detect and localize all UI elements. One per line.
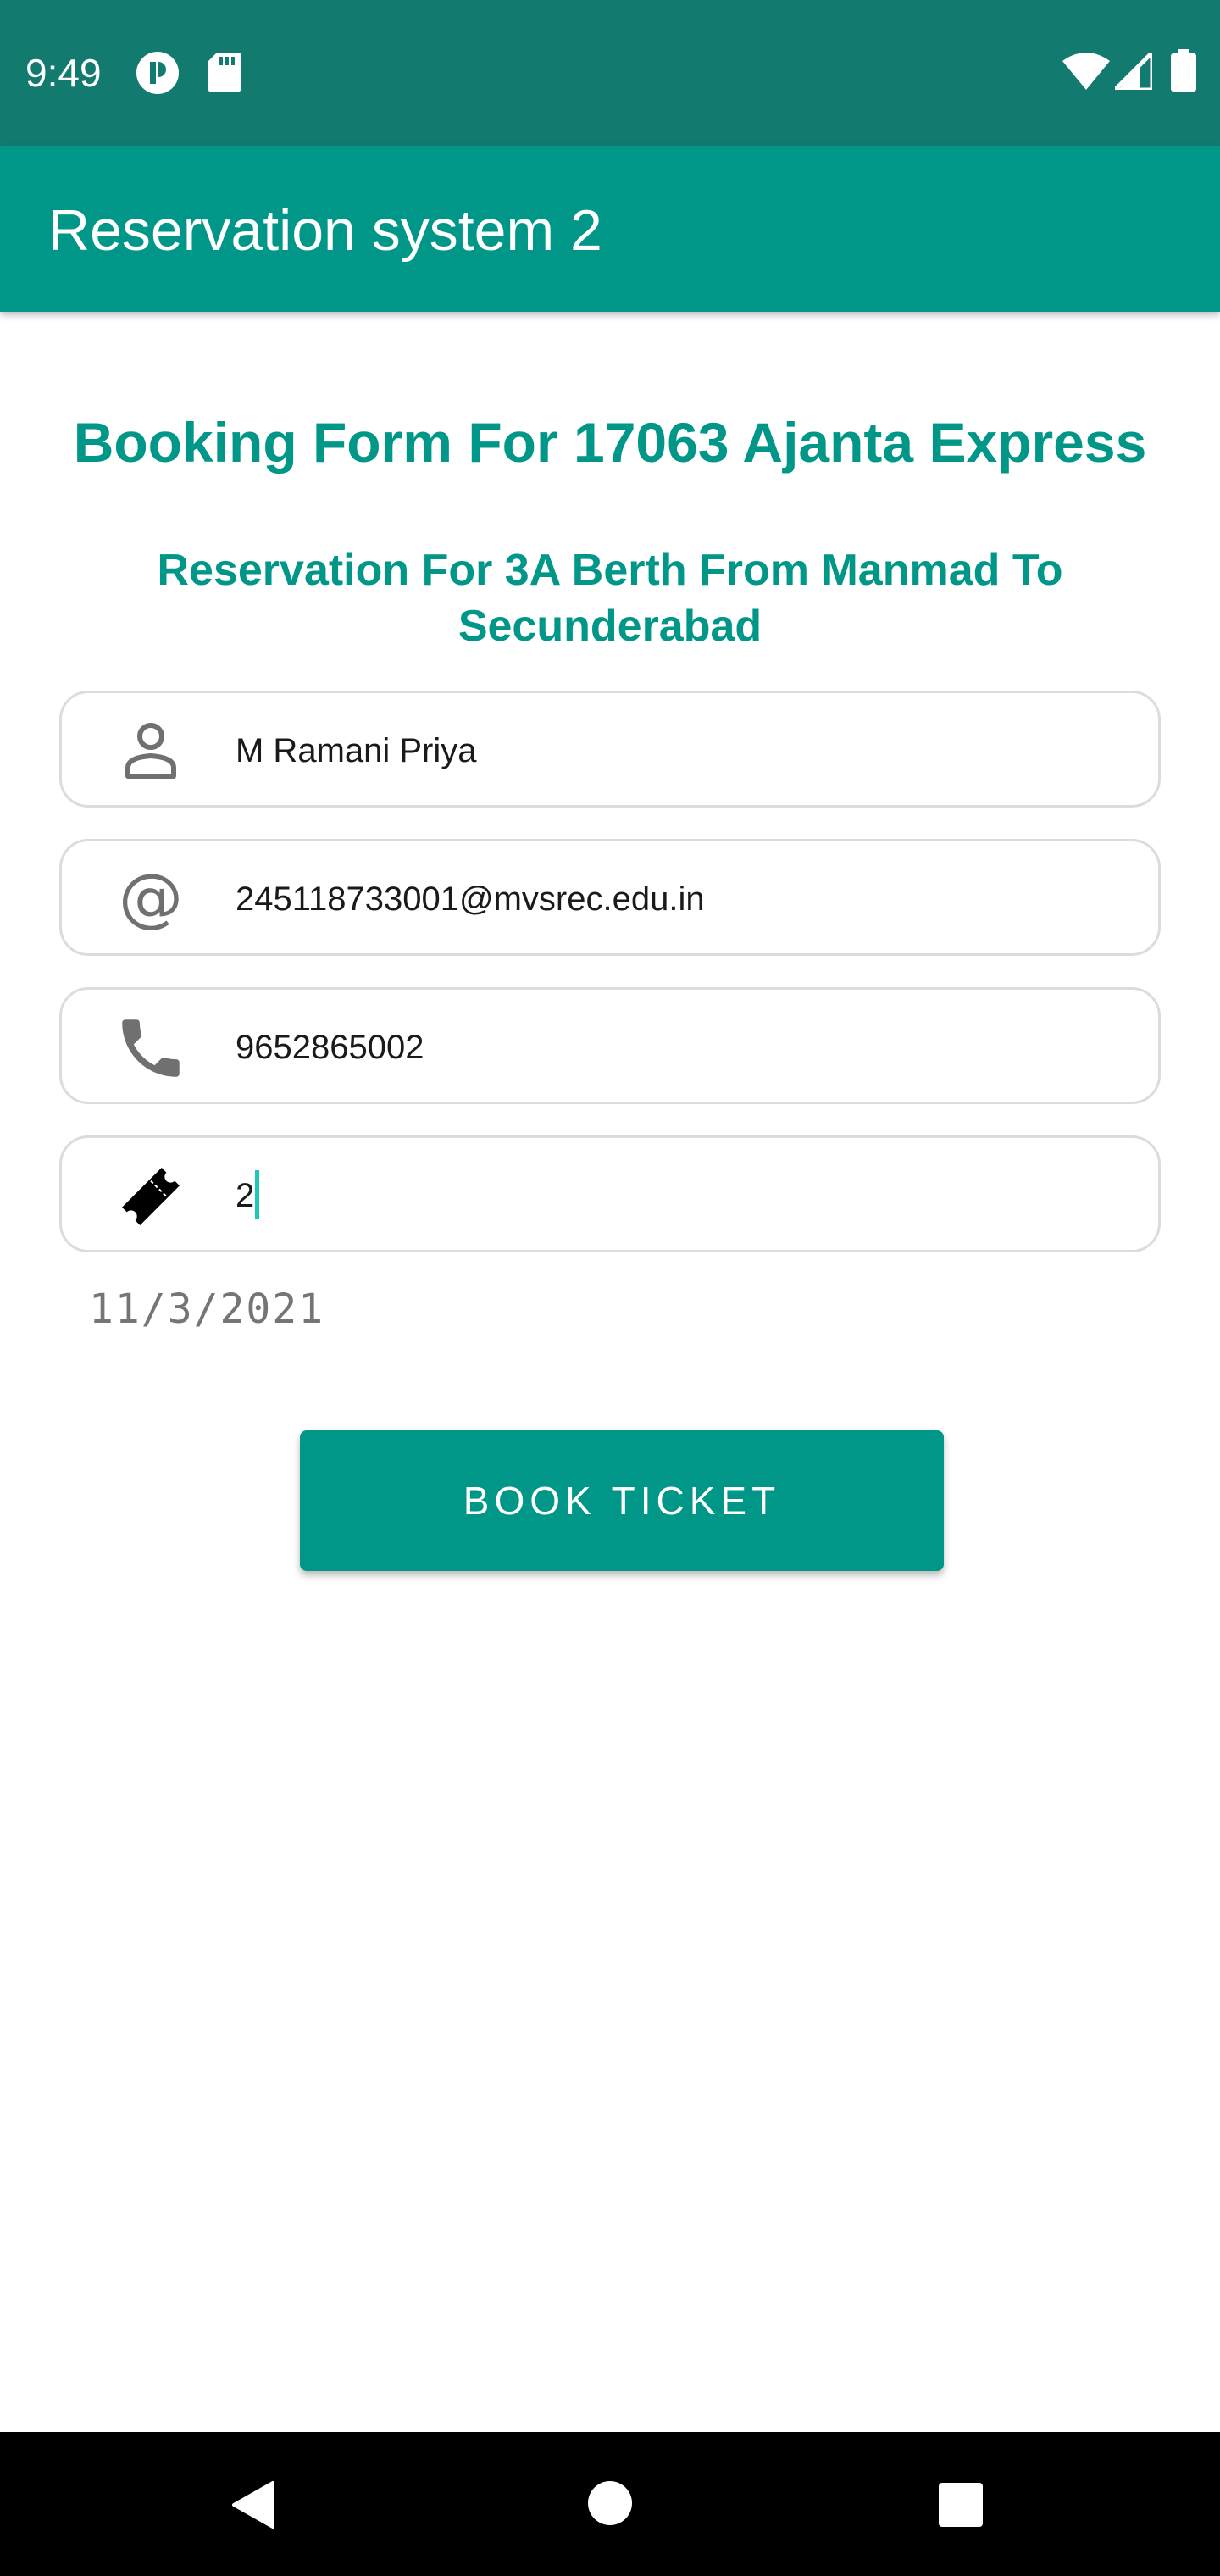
- at-sign-icon: @: [113, 862, 189, 938]
- phone-input[interactable]: [236, 1015, 1134, 1080]
- home-icon[interactable]: [588, 2481, 632, 2529]
- person-icon: [113, 713, 189, 790]
- svg-text:@: @: [119, 862, 183, 935]
- ticket-count-input[interactable]: [236, 1163, 1134, 1228]
- navigation-bar: [0, 2432, 1220, 2576]
- status-bar: 9:49: [0, 0, 1220, 146]
- status-time: 9:49: [25, 51, 102, 95]
- app-title: Reservation system 2: [48, 198, 602, 263]
- form-subtitle: Reservation For 3A Berth From Manmad To …: [157, 546, 1063, 651]
- back-icon[interactable]: [229, 2479, 276, 2534]
- book-ticket-button[interactable]: BOOK TICKET: [300, 1430, 944, 1571]
- battery-icon: [1171, 49, 1196, 96]
- recents-icon[interactable]: [939, 2483, 983, 2531]
- sd-card-icon: [208, 53, 241, 96]
- email-input[interactable]: [236, 867, 1134, 931]
- form-title: Booking Form For 17063 Ajanta Express: [73, 411, 1147, 474]
- journey-date[interactable]: 11/3/2021: [89, 1280, 324, 1339]
- phone-icon: [113, 1010, 189, 1086]
- text-cursor: [255, 1170, 259, 1219]
- cell-signal-icon: [1109, 47, 1155, 94]
- name-field[interactable]: [59, 691, 1161, 808]
- email-field[interactable]: @: [59, 839, 1161, 956]
- ticket-count-field[interactable]: [59, 1135, 1161, 1252]
- wifi-icon: [1062, 53, 1110, 94]
- phone-field[interactable]: [59, 987, 1161, 1104]
- ticket-icon: [113, 1158, 189, 1235]
- app-bar: Reservation system 2: [0, 146, 1220, 312]
- app-notification-icon: [136, 51, 180, 99]
- name-input[interactable]: [236, 719, 1134, 783]
